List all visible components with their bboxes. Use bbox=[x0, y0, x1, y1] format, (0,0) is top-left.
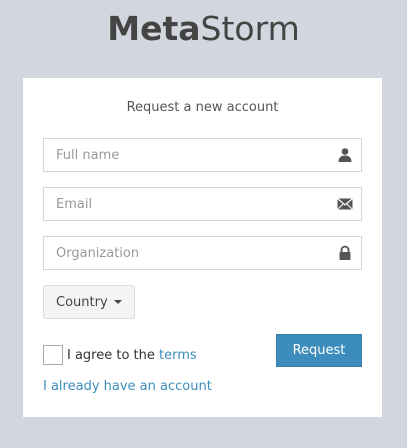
email-field bbox=[43, 187, 362, 221]
form-message: Request a new account bbox=[126, 100, 279, 115]
terms-agreement: I agree to the terms bbox=[43, 345, 197, 365]
logo-light-text: Storm bbox=[200, 9, 300, 48]
country-label: Country bbox=[56, 294, 108, 310]
have-account-link[interactable]: I already have an account bbox=[43, 379, 212, 394]
logo-bold-text: Meta bbox=[107, 9, 201, 48]
country-dropdown-button[interactable]: Country bbox=[43, 285, 135, 319]
email-input[interactable] bbox=[44, 188, 326, 220]
register-box: Request a new account Full name Email Or… bbox=[23, 78, 382, 417]
terms-link[interactable]: terms bbox=[159, 348, 197, 363]
lock-icon bbox=[337, 245, 353, 261]
organization-field bbox=[43, 236, 362, 270]
agree-checkbox[interactable] bbox=[43, 345, 63, 365]
agree-text: I agree to the bbox=[67, 347, 160, 363]
fullname-input[interactable] bbox=[44, 139, 326, 171]
fullname-field bbox=[43, 138, 362, 172]
envelope-icon bbox=[337, 196, 353, 212]
user-icon bbox=[337, 147, 353, 163]
request-button[interactable]: Request bbox=[276, 334, 362, 367]
app-logo: MetaStorm bbox=[0, 9, 407, 49]
organization-input[interactable] bbox=[44, 237, 326, 269]
caret-down-icon bbox=[113, 300, 122, 304]
